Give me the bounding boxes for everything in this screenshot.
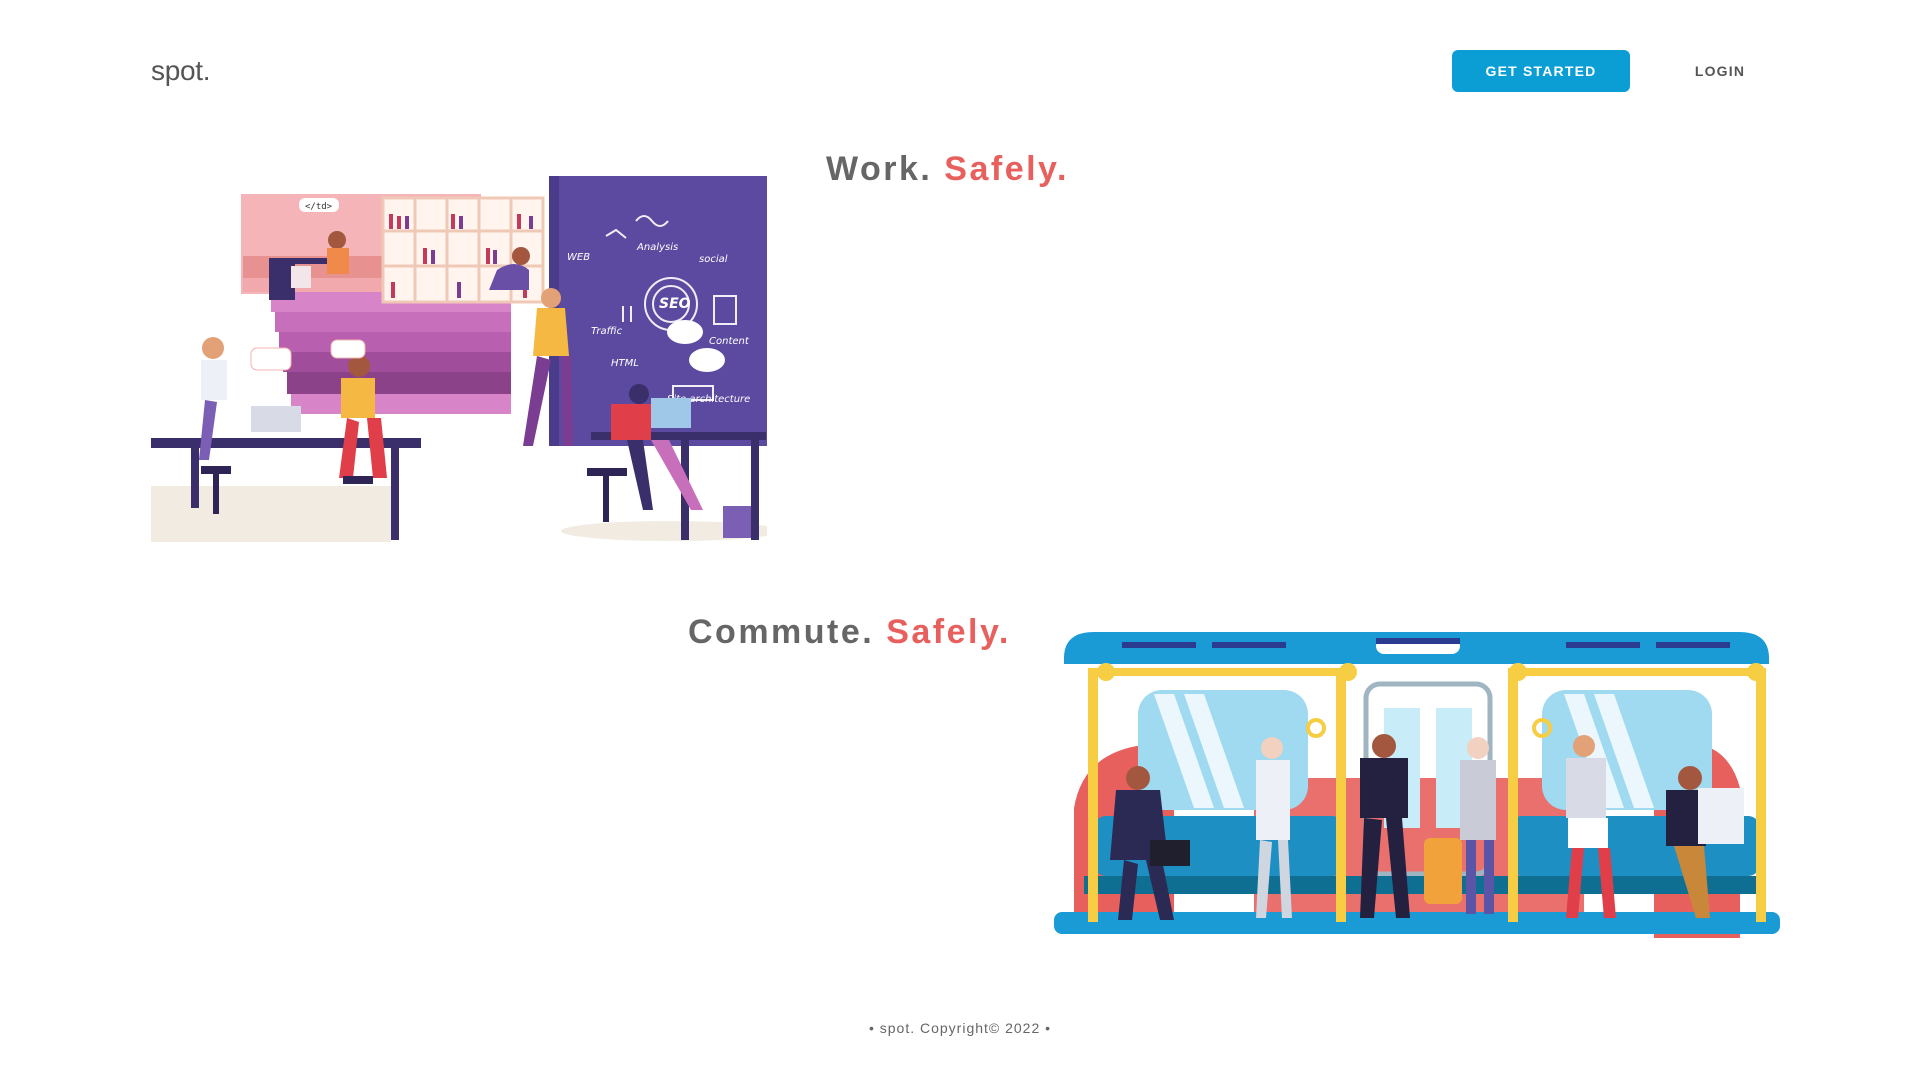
svg-text:SEO: SEO [659,296,691,312]
work-safely-heading: Work. Safely. [826,150,1069,189]
get-started-button[interactable]: GET STARTED [1452,50,1630,92]
svg-text:WEB: WEB [567,252,590,263]
svg-text:Content: Content [709,336,750,347]
svg-text:Traffic: Traffic [591,326,623,337]
svg-text:HTML: HTML [611,358,639,369]
work-accent: Safely. [944,150,1069,188]
commute-safely-heading: Commute. Safely. [688,613,1011,652]
login-button[interactable]: LOGIN [1670,50,1770,92]
commute-word: Commute. [688,613,875,651]
commute-accent: Safely. [886,613,1011,651]
work-word: Work. [826,150,933,188]
svg-text:Analysis: Analysis [636,242,678,253]
brand-logo[interactable]: spot. [151,55,211,87]
svg-text:</td>: </td> [305,202,333,212]
svg-text:social: social [699,254,728,265]
subway-illustration [1054,628,1780,950]
landing-page: spot. GET STARTED LOGIN WEB Analysis soc… [0,0,1920,1080]
office-illustration: WEB Analysis social SEO Traffic Content … [151,176,781,542]
footer-copyright: • spot. Copyright© 2022 • [868,1020,1052,1036]
